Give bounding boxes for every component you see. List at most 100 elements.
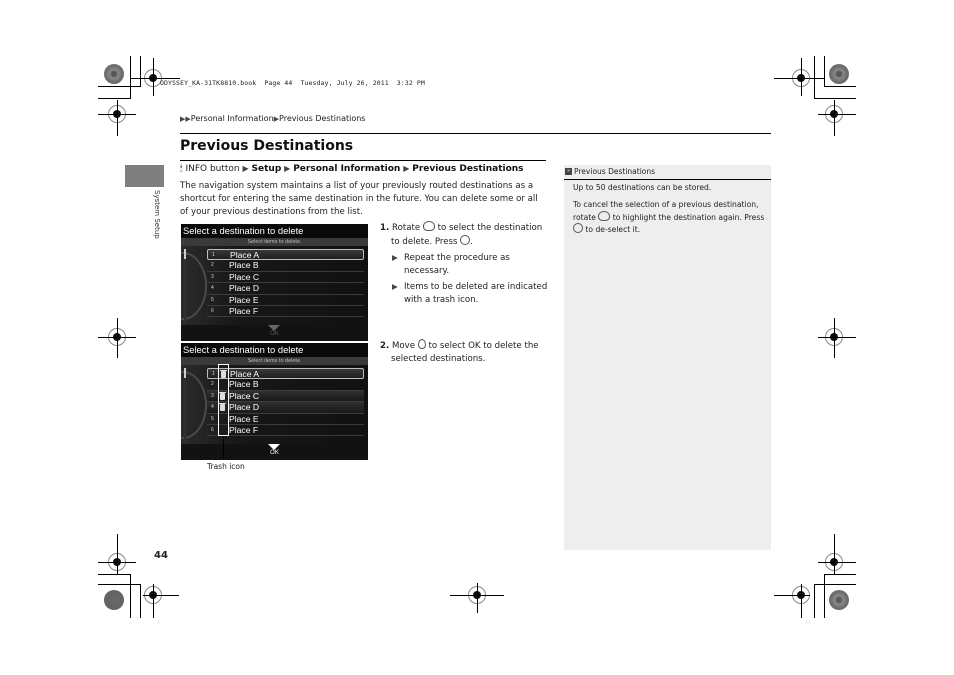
list-item[interactable]: 5 Place E [207, 414, 364, 425]
crop-line [801, 584, 802, 618]
screen-footer: OK [181, 325, 368, 341]
list-item-number: 3 [211, 392, 214, 399]
page-number: 44 [154, 550, 168, 561]
breadcrumb-item[interactable]: Personal Information [191, 114, 274, 123]
list-item-number: 3 [211, 273, 214, 280]
step-note: ▶ Items to be deleted are indicated with… [380, 281, 550, 306]
info-button-icon: 🕯︎ [180, 164, 183, 174]
list-item[interactable]: 2 Place B [207, 379, 364, 391]
color-disk-bottom-right [829, 590, 849, 610]
sidebar-heading-text: Previous Destinations [574, 167, 656, 176]
list-item-label: Place D [229, 283, 260, 294]
crop-line [824, 86, 856, 87]
list-item-label: Place C [229, 271, 260, 282]
list-item-number: 5 [211, 296, 214, 303]
color-disk-top-left [104, 64, 124, 84]
path-step: Setup [251, 164, 282, 174]
scrollbar[interactable] [184, 249, 186, 323]
trash-callout-bracket [218, 364, 219, 436]
crop-line [818, 114, 856, 115]
interface-dial-press-icon [573, 223, 583, 233]
step-2: 2. Move to select OK to delete the selec… [380, 339, 550, 365]
path-step: Previous Destinations [412, 164, 524, 174]
crop-line [834, 100, 835, 136]
ok-button[interactable]: OK [181, 331, 368, 337]
interface-dial-rotate-icon [598, 210, 611, 221]
step-text: to select [428, 341, 466, 351]
trash-callout-label: Trash icon [207, 462, 245, 471]
screen-subtitle: Select items to delete. [181, 238, 368, 246]
list-item[interactable]: 3 Place C [207, 271, 364, 284]
crop-line [824, 574, 856, 575]
crop-line [824, 56, 825, 86]
crop-line [98, 98, 131, 99]
file-header: ODYSSEY_KA-31TK8810.book Page 44 Tuesday… [160, 79, 425, 87]
ok-term: OK [468, 341, 481, 351]
crop-line [774, 595, 810, 596]
list-item-label: Place B [229, 260, 259, 271]
list-item-label: Place E [229, 294, 259, 305]
list-item[interactable]: 3 Place C [207, 390, 364, 403]
crop-line [98, 574, 131, 575]
ok-button[interactable]: OK [181, 450, 368, 456]
reference-icon: » [565, 168, 572, 175]
list-item-label: Place B [229, 379, 259, 390]
list-item[interactable]: 4 Place D [207, 402, 364, 414]
step-note: ▶ Repeat the procedure as necessary. [380, 252, 550, 277]
interface-dial-move-icon [417, 339, 426, 349]
path-step: Personal Information [293, 164, 401, 174]
header-rule [180, 133, 771, 134]
screen-list: 1 Place A 2 Place B 3 Place C 4 Place D 5 Place E… [181, 365, 368, 444]
notes-sidebar: » Previous Destinations Up to 50 destina… [564, 165, 771, 550]
list-item[interactable]: 4 Place D [207, 283, 364, 295]
sidebar-note: To cancel the selection of a previous de… [573, 199, 768, 236]
trash-callout-bracket [218, 364, 229, 436]
crop-line [814, 584, 815, 618]
list-item-number: 1 [212, 252, 215, 258]
list-item-number: 1 [212, 371, 215, 377]
screen-footer: OK [181, 444, 368, 460]
list-item-number: 4 [211, 404, 214, 411]
trash-callout-line [223, 436, 224, 458]
list-item-label: Place A [230, 250, 260, 260]
crop-line [834, 534, 835, 574]
note-arrow-icon: ▶ [392, 253, 398, 262]
list-item[interactable]: 5 Place E [207, 295, 364, 306]
section-tab [125, 165, 164, 187]
list-item-label: Place D [229, 402, 260, 413]
crop-line [824, 574, 825, 618]
sidebar-note: Up to 50 destinations can be stored. [573, 183, 712, 192]
breadcrumb-item[interactable]: Previous Destinations [279, 114, 365, 123]
page-title: Previous Destinations [180, 138, 354, 154]
note-arrow-icon: ▶ [392, 282, 398, 291]
crop-line [153, 584, 154, 618]
list-item-number: 2 [211, 262, 214, 269]
list-item-number: 6 [211, 426, 214, 433]
step-number: 1. [380, 223, 390, 233]
nav-screen-marked: Select a destination to delete Select it… [181, 343, 368, 460]
list-item[interactable]: 1 Place A [207, 368, 364, 380]
path-separator-icon: ▶ [284, 164, 291, 173]
list-item-number: 5 [211, 415, 214, 422]
screen-title: Select a destination to delete [181, 343, 368, 357]
crop-line [98, 86, 141, 87]
scrollbar[interactable] [184, 368, 186, 442]
screen-list: 1 Place A 2 Place B 3 Place C 4 Place D 5 Place E… [181, 246, 368, 325]
list-item-number: 4 [211, 285, 214, 292]
list-item-label: Place F [229, 305, 259, 316]
crop-line [143, 595, 179, 596]
list-item[interactable]: 6 Place F [207, 305, 364, 318]
step-1: 1. Rotate to select the destination to d… [380, 221, 550, 306]
crop-line [818, 337, 856, 338]
list-item[interactable]: 2 Place B [207, 260, 364, 272]
crop-line [834, 318, 835, 358]
color-disk-bottom-left [104, 590, 124, 610]
crop-line [477, 583, 478, 613]
step-text: Rotate [391, 223, 421, 233]
sidebar-heading: » Previous Destinations [564, 165, 771, 180]
list-item[interactable]: 1 Place A [207, 249, 364, 261]
list-item-number: 2 [211, 381, 214, 388]
step-text: Move [391, 341, 416, 351]
list-item-number: 6 [211, 307, 214, 314]
list-item[interactable]: 6 Place F [207, 425, 364, 437]
